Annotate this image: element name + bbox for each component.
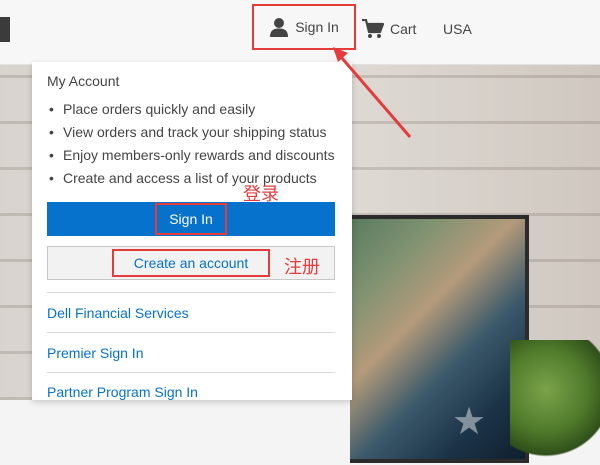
- cart-label: Cart: [390, 21, 417, 37]
- cart-icon: [362, 19, 384, 38]
- sign-in-button-label: Sign In: [155, 203, 227, 235]
- list-item: View orders and track your shipping stat…: [47, 121, 335, 144]
- list-item: Place orders quickly and easily: [47, 98, 335, 121]
- top-navigation-bar: Sign In Cart USA: [0, 0, 600, 65]
- premier-sign-in-link[interactable]: Premier Sign In: [47, 345, 143, 361]
- sign-in-button[interactable]: Sign In: [47, 202, 335, 236]
- cart-button[interactable]: Cart: [362, 14, 416, 44]
- partner-program-sign-in-link[interactable]: Partner Program Sign In: [47, 384, 198, 400]
- watermark-star-icon: ★: [452, 401, 487, 443]
- panel-title: My Account: [47, 73, 120, 89]
- plant-image: [510, 340, 600, 465]
- annotation-arrow-icon: [333, 47, 412, 138]
- register-annotation: 注册: [284, 257, 320, 277]
- region-label: USA: [443, 21, 472, 37]
- menu-icon[interactable]: [0, 17, 10, 42]
- divider: [47, 372, 335, 373]
- header-sign-in-button[interactable]: Sign In: [252, 4, 356, 50]
- person-icon: [270, 18, 289, 37]
- divider: [47, 292, 335, 293]
- divider: [47, 332, 335, 333]
- laptop-image: [350, 215, 529, 463]
- header-sign-in-label: Sign In: [295, 19, 339, 35]
- list-item: Create and access a list of your product…: [47, 167, 335, 190]
- create-account-button-label: Create an account: [111, 249, 271, 277]
- signin-annotation: 登录: [243, 184, 279, 204]
- benefits-list: Place orders quickly and easily View ord…: [47, 98, 335, 190]
- list-item: Enjoy members-only rewards and discounts: [47, 144, 335, 167]
- account-dropdown-panel: My Account Place orders quickly and easi…: [32, 62, 352, 400]
- region-selector[interactable]: USA: [443, 14, 472, 44]
- dell-financial-services-link[interactable]: Dell Financial Services: [47, 305, 189, 321]
